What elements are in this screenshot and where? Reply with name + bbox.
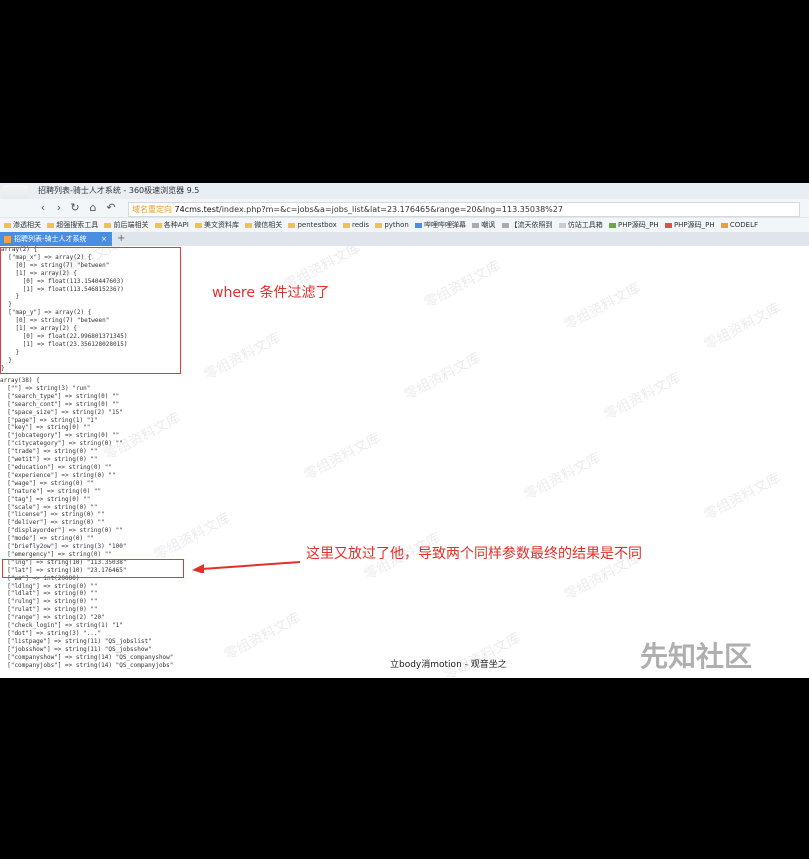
bookmark-item[interactable]: 各种API — [154, 218, 189, 233]
annotation-passed-through: 这里又放过了他，导致两个同样参数最终的结果是不同 — [306, 546, 642, 562]
folder-icon — [288, 222, 296, 228]
tab-label: 招聘列表-骑士人才系统 — [14, 235, 87, 243]
page-icon — [558, 222, 566, 228]
undo-icon[interactable]: ↶ — [104, 202, 118, 214]
var-dump-params: array(38) { [""] => string(3) "run" ["se… — [0, 377, 174, 669]
highlight-box-lng-lat — [2, 559, 184, 578]
site-favicon-icon — [4, 235, 11, 243]
page-icon — [501, 222, 509, 228]
address-bar[interactable]: 域名重定向 74cms.test/index.php?m=&c=jobs&a=j… — [128, 202, 800, 217]
caption: 立body消motion - 观音坐之 — [390, 660, 507, 670]
site-logo: 先知社区 — [640, 640, 753, 673]
page-icon — [609, 222, 616, 228]
watermark: 零组资料文库 — [601, 370, 684, 424]
highlight-box-where — [0, 247, 181, 374]
watermark: 零组资料文库 — [401, 350, 484, 404]
address-path: /index.php?m=&c=jobs&a=jobs_list&lat=23.… — [219, 205, 563, 214]
tab-active[interactable]: 招聘列表-骑士人才系统 × — [0, 232, 112, 246]
folder-icon — [195, 222, 203, 228]
home-icon[interactable]: ⌂ — [86, 202, 100, 214]
bookmark-item[interactable]: 哔哩哔哩弹幕 — [415, 218, 466, 233]
bookmark-item[interactable]: PHP源码_PH — [664, 218, 715, 233]
bookmark-item[interactable]: PHP源码_PH — [609, 218, 659, 233]
bookmark-item[interactable]: 仿站工具箱 — [558, 218, 603, 233]
navigation-bar: ‹ › ↻ ⌂ ↶ 域名重定向 74cms.test/index.php?m=&… — [0, 199, 809, 217]
new-tab-button[interactable]: + — [117, 232, 125, 245]
bookmark-item[interactable]: 美文资料库 — [195, 218, 239, 233]
watermark: 零组资料文库 — [521, 450, 604, 504]
watermark: 零组资料文库 — [701, 470, 784, 524]
folder-icon — [4, 222, 11, 228]
page-content: 零组资料文库 零组资料文库 零组资料文库 零组资料文库 零组资料文库 零组资料文… — [0, 246, 809, 678]
window-title: 招聘列表-骑士人才系统 - 360极速浏览器 9.5 — [38, 186, 200, 195]
folder-icon — [47, 222, 55, 228]
arrow-icon — [192, 561, 301, 573]
annotation-where-filtered: where 条件过滤了 — [212, 285, 330, 301]
reload-icon[interactable]: ↻ — [68, 202, 82, 214]
bilibili-icon — [415, 222, 423, 228]
bookmark-item[interactable]: python — [375, 218, 409, 233]
forward-icon[interactable]: › — [52, 202, 66, 214]
bookmark-item[interactable]: CODELF — [720, 218, 758, 233]
window-titlebar: 招聘列表-骑士人才系统 - 360极速浏览器 9.5 — [0, 183, 809, 215]
back-icon[interactable]: ‹ — [36, 202, 50, 214]
page-icon — [472, 222, 480, 228]
folder-icon — [343, 222, 351, 228]
folder-icon — [375, 222, 383, 228]
page-icon — [720, 222, 728, 228]
tab-strip: 招聘列表-骑士人才系统 × + — [0, 232, 809, 246]
watermark: 零组资料文库 — [561, 280, 644, 334]
watermark: 零组资料文库 — [701, 300, 784, 354]
bookmark-item[interactable]: pentestbox — [288, 218, 337, 233]
bookmark-item[interactable]: 【流天依照到 — [501, 218, 553, 233]
folder-icon — [245, 222, 253, 228]
watermark: 零组资料文库 — [301, 430, 384, 484]
screenshot-frame: 招聘列表-骑士人才系统 - 360极速浏览器 9.5 ‹ › ↻ ⌂ ↶ 域名重… — [0, 183, 809, 678]
folder-icon — [104, 222, 112, 228]
close-icon[interactable]: × — [101, 232, 107, 246]
address-hint: 域名重定向 — [132, 205, 172, 214]
watermark: 零组资料文库 — [221, 610, 304, 664]
watermark: 零组资料文库 — [201, 330, 284, 384]
bookmark-item[interactable]: 渗透相关 — [4, 218, 41, 233]
watermark: 零组资料文库 — [441, 630, 524, 678]
address-host: 74cms.test — [174, 205, 219, 214]
bookmark-item[interactable]: 嘲讽 — [472, 218, 495, 233]
watermark: 零组资料文库 — [421, 258, 504, 312]
bookmark-item[interactable]: 前后端相关 — [104, 218, 148, 233]
bookmarks-bar: 渗透相关 超强搜索工具 前后端相关 各种API 美文资料库 微信相关 pente… — [0, 217, 809, 233]
bookmark-item[interactable]: 超强搜索工具 — [47, 218, 98, 233]
folder-icon — [154, 222, 162, 228]
bookmark-item[interactable]: redis — [343, 218, 369, 233]
page-icon — [664, 222, 672, 228]
bookmark-item[interactable]: 微信相关 — [245, 218, 282, 233]
